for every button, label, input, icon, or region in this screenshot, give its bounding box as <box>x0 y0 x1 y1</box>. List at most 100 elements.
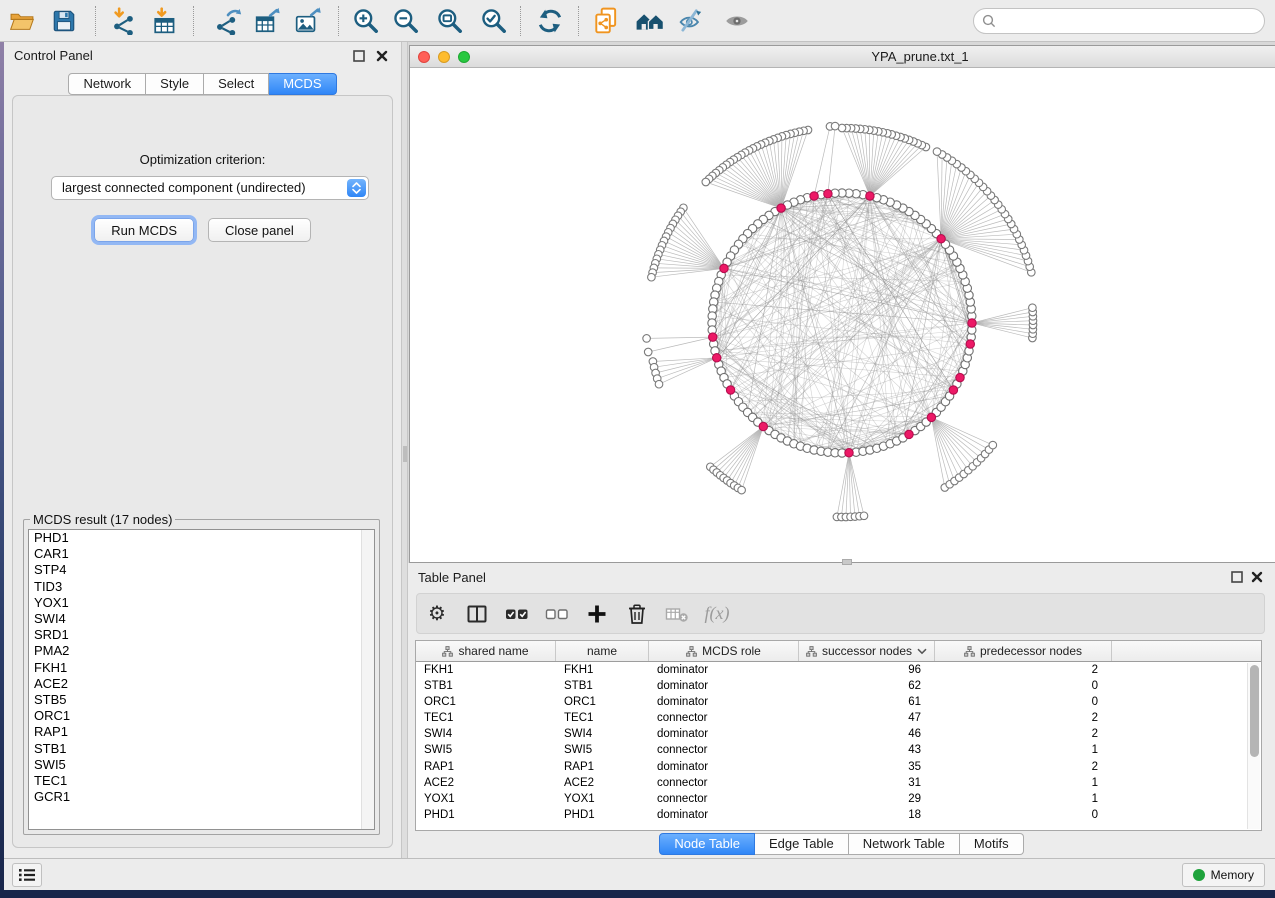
cell-name[interactable]: ORC1 <box>556 694 649 710</box>
open-file-icon[interactable] <box>7 6 37 36</box>
column-header-predecessor-nodes[interactable]: predecessor nodes <box>935 641 1112 661</box>
table-row[interactable]: YOX1YOX1connector291 <box>416 791 1261 807</box>
zoom-fit-icon[interactable] <box>435 6 465 36</box>
result-list-item[interactable]: STB5 <box>29 692 374 708</box>
result-list-item[interactable]: CAR1 <box>29 546 374 562</box>
cell-mcds-role[interactable]: connector <box>649 791 799 807</box>
table-scrollbar[interactable] <box>1247 663 1260 829</box>
split-view-icon[interactable] <box>457 603 497 625</box>
cell-successor-nodes[interactable]: 96 <box>799 662 935 678</box>
panel-splitter-vertical[interactable] <box>401 42 408 858</box>
cell-shared-name[interactable]: YOX1 <box>416 791 556 807</box>
export-table-icon[interactable] <box>253 6 283 36</box>
cell-name[interactable]: SWI5 <box>556 742 649 758</box>
cell-predecessor-nodes[interactable]: 0 <box>935 678 1112 694</box>
result-list-item[interactable]: TEC1 <box>29 773 374 789</box>
close-table-panel-icon[interactable] <box>1251 570 1263 588</box>
zoom-selected-icon[interactable] <box>479 6 509 36</box>
cell-name[interactable]: PHD1 <box>556 807 649 823</box>
table-row[interactable]: ACE2ACE2connector311 <box>416 775 1261 791</box>
cell-mcds-role[interactable]: dominator <box>649 662 799 678</box>
cell-predecessor-nodes[interactable]: 1 <box>935 742 1112 758</box>
result-list-item[interactable]: SWI5 <box>29 757 374 773</box>
show-all-icon[interactable] <box>722 6 752 36</box>
criterion-select[interactable]: largest connected component (undirected) <box>51 176 369 200</box>
table-row[interactable]: STB1STB1dominator620 <box>416 678 1261 694</box>
close-panel-icon[interactable] <box>376 49 388 67</box>
result-list-item[interactable]: ORC1 <box>29 708 374 724</box>
close-panel-button[interactable]: Close panel <box>208 218 311 242</box>
cell-shared-name[interactable]: ORC1 <box>416 694 556 710</box>
cell-mcds-role[interactable]: dominator <box>649 694 799 710</box>
cell-name[interactable]: RAP1 <box>556 759 649 775</box>
hide-selected-icon[interactable] <box>677 6 707 36</box>
result-list-item[interactable]: FKH1 <box>29 660 374 676</box>
tab-select[interactable]: Select <box>204 73 269 95</box>
cell-shared-name[interactable]: ACE2 <box>416 775 556 791</box>
float-table-panel-icon[interactable] <box>1231 570 1243 588</box>
cell-predecessor-nodes[interactable]: 0 <box>935 694 1112 710</box>
table-row[interactable]: SWI4SWI4dominator462 <box>416 726 1261 742</box>
cell-successor-nodes[interactable]: 35 <box>799 759 935 775</box>
cell-shared-name[interactable]: RAP1 <box>416 759 556 775</box>
cell-shared-name[interactable]: FKH1 <box>416 662 556 678</box>
cell-predecessor-nodes[interactable]: 2 <box>935 726 1112 742</box>
cell-mcds-role[interactable]: dominator <box>649 726 799 742</box>
table-row[interactable]: ORC1ORC1dominator610 <box>416 694 1261 710</box>
result-list-item[interactable]: GCR1 <box>29 789 374 805</box>
memory-button[interactable]: Memory <box>1182 863 1265 887</box>
table-row[interactable]: RAP1RAP1dominator352 <box>416 759 1261 775</box>
result-list-scrollbar[interactable] <box>361 530 374 829</box>
run-mcds-button[interactable]: Run MCDS <box>94 218 194 242</box>
cell-successor-nodes[interactable]: 61 <box>799 694 935 710</box>
cell-shared-name[interactable]: TEC1 <box>416 710 556 726</box>
result-list-item[interactable]: PMA2 <box>29 643 374 659</box>
cell-predecessor-nodes[interactable]: 0 <box>935 807 1112 823</box>
table-settings-icon[interactable]: ⚙ <box>417 604 457 624</box>
function-builder-icon[interactable]: f(x) <box>697 603 737 624</box>
table-scrollbar-thumb[interactable] <box>1250 665 1259 757</box>
cell-name[interactable]: YOX1 <box>556 791 649 807</box>
result-list-item[interactable]: YOX1 <box>29 595 374 611</box>
table-row[interactable]: SWI5SWI5connector431 <box>416 742 1261 758</box>
result-list-item[interactable]: RAP1 <box>29 724 374 740</box>
cell-successor-nodes[interactable]: 31 <box>799 775 935 791</box>
cell-mcds-role[interactable]: connector <box>649 742 799 758</box>
tab-mcds[interactable]: MCDS <box>269 73 336 95</box>
cell-successor-nodes[interactable]: 43 <box>799 742 935 758</box>
tab-network-table[interactable]: Network Table <box>849 833 960 855</box>
cell-name[interactable]: ACE2 <box>556 775 649 791</box>
export-network-icon[interactable] <box>213 6 243 36</box>
zoom-in-icon[interactable] <box>351 6 381 36</box>
tab-edge-table[interactable]: Edge Table <box>755 833 849 855</box>
cell-shared-name[interactable]: PHD1 <box>416 807 556 823</box>
cell-shared-name[interactable]: SWI4 <box>416 726 556 742</box>
result-list-item[interactable]: PHD1 <box>29 530 374 546</box>
cell-predecessor-nodes[interactable]: 1 <box>935 791 1112 807</box>
select-all-checkboxes-icon[interactable] <box>497 603 537 625</box>
table-row[interactable]: FKH1FKH1dominator962 <box>416 662 1261 678</box>
tab-node-table[interactable]: Node Table <box>659 833 755 855</box>
result-list-item[interactable]: STB1 <box>29 741 374 757</box>
result-list-item[interactable]: STP4 <box>29 562 374 578</box>
table-row[interactable]: PHD1PHD1dominator180 <box>416 807 1261 823</box>
column-header-successor-nodes[interactable]: successor nodes <box>799 641 935 661</box>
cell-mcds-role[interactable]: dominator <box>649 678 799 694</box>
column-header-mcds-role[interactable]: MCDS role <box>649 641 799 661</box>
cell-mcds-role[interactable]: dominator <box>649 759 799 775</box>
cell-shared-name[interactable]: SWI5 <box>416 742 556 758</box>
cell-successor-nodes[interactable]: 62 <box>799 678 935 694</box>
column-header-name[interactable]: name <box>556 641 649 661</box>
cell-successor-nodes[interactable]: 46 <box>799 726 935 742</box>
panel-splitter-horizontal[interactable] <box>842 559 852 565</box>
result-list-item[interactable]: SWI4 <box>29 611 374 627</box>
network-canvas[interactable] <box>410 68 1275 562</box>
result-list-item[interactable]: SRD1 <box>29 627 374 643</box>
cell-predecessor-nodes[interactable]: 1 <box>935 775 1112 791</box>
cell-successor-nodes[interactable]: 47 <box>799 710 935 726</box>
new-network-from-selection-icon[interactable] <box>591 6 621 36</box>
import-table-icon[interactable] <box>151 6 181 36</box>
tab-style[interactable]: Style <box>146 73 204 95</box>
add-column-icon[interactable] <box>577 603 617 625</box>
cell-predecessor-nodes[interactable]: 2 <box>935 710 1112 726</box>
